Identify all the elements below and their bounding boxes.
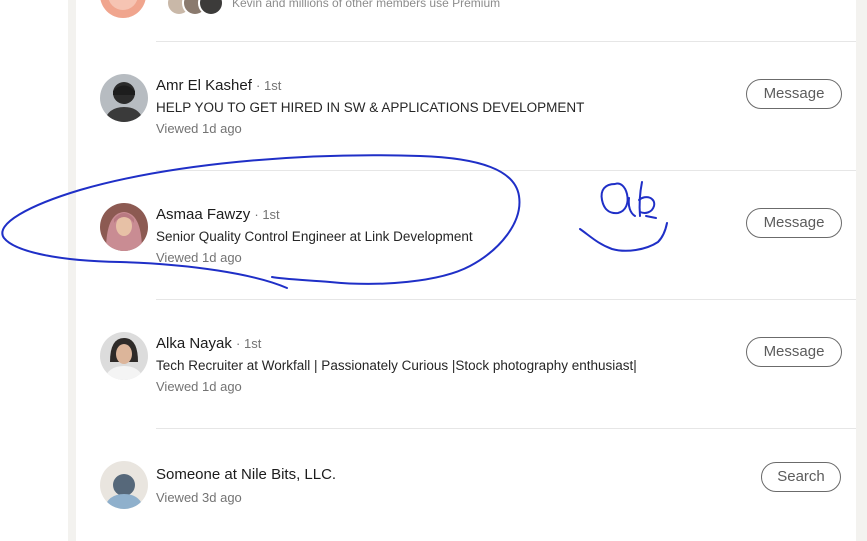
member-headline: Senior Quality Control Engineer at Link … <box>156 229 473 244</box>
message-button[interactable]: Message <box>746 79 842 109</box>
viewed-time: Viewed 1d ago <box>156 379 242 394</box>
member-name[interactable]: Someone at Nile Bits, LLC. <box>156 466 336 483</box>
search-button[interactable]: Search <box>761 462 841 492</box>
connection-degree: · 1st <box>236 336 262 351</box>
member-headline: HELP YOU TO GET HIRED IN SW & APPLICATIO… <box>156 100 585 115</box>
profile-views-card: Kevin and millions of other members use … <box>76 0 856 541</box>
member-name-line[interactable]: Alka Nayak · 1st <box>156 335 261 352</box>
avatar[interactable] <box>100 74 148 122</box>
divider <box>156 170 856 171</box>
member-headline: Tech Recruiter at Workfall | Passionatel… <box>156 358 637 373</box>
viewed-time: Viewed 3d ago <box>156 490 242 505</box>
profile-views-page: Kevin and millions of other members use … <box>0 0 867 541</box>
divider <box>156 41 856 42</box>
viewed-time: Viewed 1d ago <box>156 121 242 136</box>
premium-member-faces <box>166 0 224 16</box>
member-name[interactable]: Alka Nayak <box>156 335 232 352</box>
divider <box>156 428 856 429</box>
person-photo-icon <box>100 332 148 380</box>
person-photo-icon <box>100 203 148 251</box>
left-background-strip <box>68 0 76 541</box>
message-button[interactable]: Message <box>746 208 842 238</box>
person-photo-icon <box>100 74 148 122</box>
avatar[interactable] <box>100 332 148 380</box>
premium-avatar <box>100 0 146 18</box>
member-name-line[interactable]: Someone at Nile Bits, LLC. <box>156 466 336 483</box>
right-background-strip <box>856 0 867 541</box>
connection-degree: · 1st <box>254 207 280 222</box>
avatar[interactable] <box>100 203 148 251</box>
left-gutter <box>0 0 68 541</box>
person-silhouette-icon <box>100 461 148 509</box>
viewed-time: Viewed 1d ago <box>156 250 242 265</box>
member-name-line[interactable]: Amr El Kashef · 1st <box>156 77 281 94</box>
member-name[interactable]: Amr El Kashef <box>156 77 252 94</box>
connection-degree: · 1st <box>256 78 282 93</box>
premium-members-text: Kevin and millions of other members use … <box>232 0 501 10</box>
member-name[interactable]: Asmaa Fawzy <box>156 206 250 223</box>
message-button[interactable]: Message <box>746 337 842 367</box>
divider <box>156 299 856 300</box>
member-name-line[interactable]: Asmaa Fawzy · 1st <box>156 206 280 223</box>
avatar[interactable] <box>100 461 148 509</box>
